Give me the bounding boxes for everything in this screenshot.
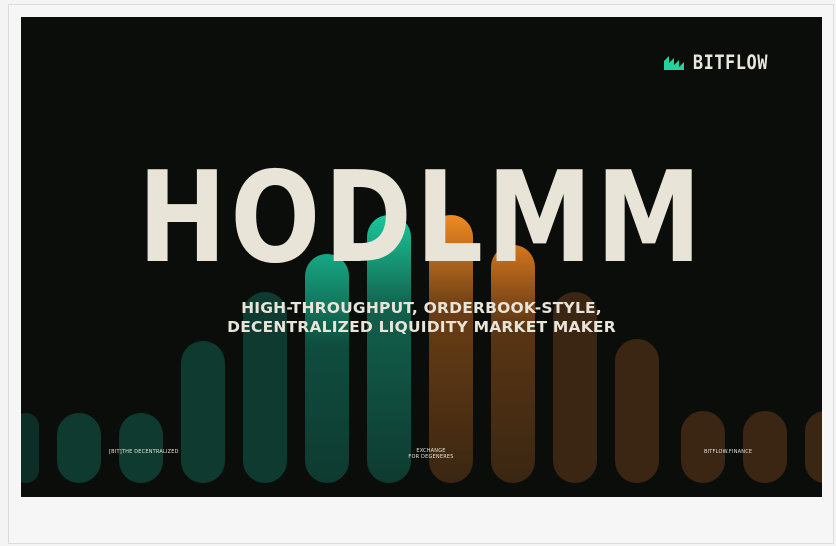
bitflow-logo: BITFLOW bbox=[663, 51, 768, 75]
bar bbox=[805, 411, 822, 483]
footer-center-line-2: FOR DEGENERES bbox=[408, 454, 454, 460]
subtitle-line-2: DECENTRALIZED LIQUIDITY MARKET MAKER bbox=[227, 318, 616, 336]
bar bbox=[57, 413, 101, 483]
footer-center-text: EXCHANGE FOR DEGENERES bbox=[401, 448, 461, 460]
bar bbox=[743, 411, 787, 483]
bar bbox=[681, 411, 725, 483]
bar bbox=[615, 339, 659, 483]
footer-left-text: [BIT]THE DECENTRALIZED bbox=[109, 449, 179, 455]
bitflow-logo-icon bbox=[663, 56, 684, 70]
footer-right-text: BITFLOW.FINANCE bbox=[704, 449, 753, 455]
hero-title: HODLMM bbox=[137, 145, 706, 292]
bar bbox=[181, 341, 225, 483]
subtitle-line-1: HIGH-THROUGHPUT, ORDERBOOK-STYLE, bbox=[241, 299, 602, 317]
bar bbox=[21, 413, 39, 483]
bar bbox=[119, 413, 163, 483]
hero-subtitle: HIGH-THROUGHPUT, ORDERBOOK-STYLE, DECENT… bbox=[21, 299, 822, 337]
hodlmm-banner: BITFLOW HODLMM HIGH-THROUGHPUT, ORDERBOO… bbox=[21, 17, 822, 497]
brand-name: BITFLOW bbox=[692, 51, 768, 75]
